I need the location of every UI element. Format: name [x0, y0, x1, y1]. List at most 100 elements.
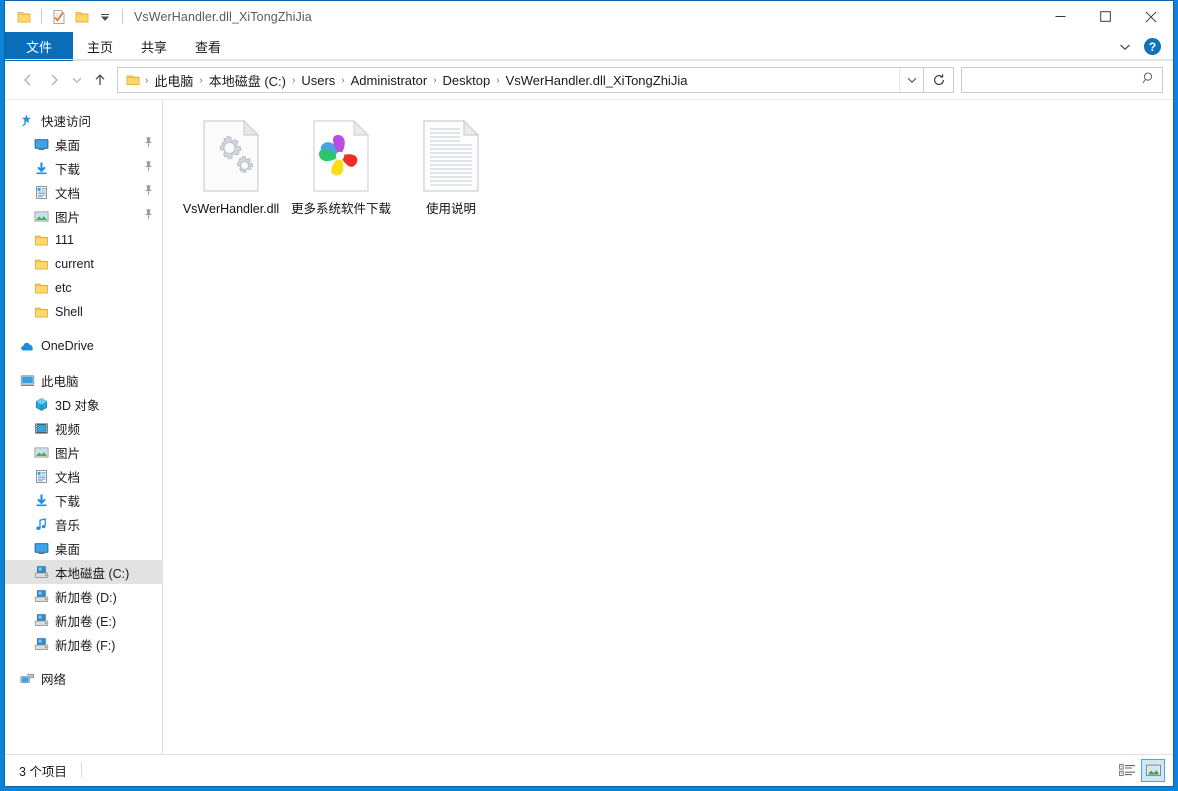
up-button[interactable]: [87, 67, 113, 93]
sidebar-item-111[interactable]: 111: [5, 228, 162, 252]
address-bar: › 此电脑 › 本地磁盘 (C:) › Users › Administrato…: [5, 61, 1173, 99]
network-icon: [19, 670, 35, 686]
sidebar-item-etc[interactable]: etc: [5, 276, 162, 300]
breadcrumb-separator[interactable]: ›: [431, 75, 438, 86]
tab-home[interactable]: 主页: [73, 32, 127, 61]
breadcrumb-separator[interactable]: ›: [197, 75, 204, 86]
title-bar: VsWerHandler.dll_XiTongZhiJia: [5, 1, 1173, 32]
downloads-icon: [33, 160, 49, 176]
breadcrumb-item-4[interactable]: Desktop: [439, 73, 495, 88]
sidebar-item-network[interactable]: 网络: [5, 666, 162, 690]
videos-icon: [33, 420, 49, 436]
music-icon: [33, 516, 49, 532]
pin-icon[interactable]: [143, 136, 154, 152]
breadcrumb: › 此电脑 › 本地磁盘 (C:) › Users › Administrato…: [118, 71, 899, 90]
sidebar-item-music[interactable]: 音乐: [5, 512, 162, 536]
desktop-icon: [33, 540, 49, 556]
help-icon[interactable]: ?: [1144, 38, 1161, 55]
breadcrumb-item-0[interactable]: 此电脑: [150, 71, 197, 90]
minimize-button[interactable]: [1038, 1, 1083, 32]
text-document-icon: [420, 118, 482, 194]
sidebar-item-documents[interactable]: 文档: [5, 464, 162, 488]
file-name-label: VsWerHandler.dll: [182, 202, 280, 216]
pinwheel-shortcut-icon: [310, 118, 372, 194]
sidebar-item-desktop[interactable]: 桌面: [5, 536, 162, 560]
tab-file[interactable]: 文件: [5, 32, 73, 61]
breadcrumb-folder-icon[interactable]: [123, 72, 143, 88]
folder-icon: [33, 256, 49, 272]
sidebar-item-label: 桌面: [55, 542, 81, 557]
sidebar-item-label: 网络: [41, 672, 67, 687]
pin-icon[interactable]: [143, 184, 154, 200]
breadcrumb-item-3[interactable]: Administrator: [347, 73, 432, 88]
sidebar-item-documents[interactable]: 文档: [5, 180, 162, 204]
search-box[interactable]: [961, 67, 1163, 93]
breadcrumb-separator[interactable]: ›: [339, 75, 346, 86]
maximize-button[interactable]: [1083, 1, 1128, 32]
search-input[interactable]: [970, 72, 1142, 88]
sidebar-item-volume-e[interactable]: 新加卷 (E:): [5, 608, 162, 632]
sidebar-item-local-disk-c[interactable]: 本地磁盘 (C:): [5, 560, 162, 584]
sidebar-item-current[interactable]: current: [5, 252, 162, 276]
folder-icon[interactable]: [13, 6, 35, 28]
breadcrumb-bar[interactable]: › 此电脑 › 本地磁盘 (C:) › Users › Administrato…: [117, 67, 924, 93]
forward-button[interactable]: [41, 67, 67, 93]
properties-icon[interactable]: [48, 6, 70, 28]
sidebar-item-3d-objects[interactable]: 3D 对象: [5, 392, 162, 416]
search-icon[interactable]: [1142, 71, 1156, 90]
caption-buttons: [1038, 1, 1173, 32]
ribbon-tab-bar: 文件 主页 共享 查看 ?: [5, 32, 1173, 61]
cloud-icon: [19, 338, 35, 354]
sidebar-item-this-pc[interactable]: 此电脑: [5, 368, 162, 392]
pictures-icon: [33, 208, 49, 224]
file-explorer-window: VsWerHandler.dll_XiTongZhiJia 文件 主页 共享 查…: [0, 0, 1178, 791]
file-item[interactable]: 使用说明: [397, 114, 505, 221]
drive-icon: [33, 636, 49, 652]
details-view-button[interactable]: [1115, 759, 1139, 782]
breadcrumb-item-1[interactable]: 本地磁盘 (C:): [205, 71, 290, 90]
sidebar-item-volume-f[interactable]: 新加卷 (F:): [5, 632, 162, 656]
tab-view[interactable]: 查看: [181, 32, 235, 61]
breadcrumb-separator[interactable]: ›: [494, 75, 501, 86]
breadcrumb-separator[interactable]: ›: [143, 75, 150, 86]
sidebar-item-videos[interactable]: 视频: [5, 416, 162, 440]
sidebar-item-label: 下载: [55, 494, 81, 509]
large-icons-view-button[interactable]: [1141, 759, 1165, 782]
file-list-pane[interactable]: VsWerHandler.dll 更多系统软件下载 使用说明: [163, 100, 1173, 754]
breadcrumb-dropdown-icon[interactable]: [899, 68, 923, 92]
file-item[interactable]: VsWerHandler.dll: [177, 114, 285, 221]
sidebar-item-pictures[interactable]: 图片: [5, 440, 162, 464]
back-button[interactable]: [15, 67, 41, 93]
sidebar-item-shell[interactable]: Shell: [5, 300, 162, 324]
breadcrumb-item-2[interactable]: Users: [297, 73, 339, 88]
refresh-button[interactable]: [924, 67, 954, 93]
sidebar-item-label: 此电脑: [41, 374, 79, 389]
view-mode-buttons: [1115, 755, 1165, 786]
recent-locations-button[interactable]: [67, 67, 87, 93]
new-folder-icon[interactable]: [71, 6, 93, 28]
chevron-down-icon[interactable]: [1114, 36, 1136, 58]
sidebar-item-label: 文档: [55, 186, 81, 201]
customize-dropdown-icon[interactable]: [94, 6, 116, 28]
dll-gear-document-icon: [200, 118, 262, 194]
pin-star-icon: [19, 112, 35, 128]
sidebar-item-desktop[interactable]: 桌面: [5, 132, 162, 156]
sidebar-group-quick-access[interactable]: 快速访问: [5, 108, 162, 132]
sidebar-item-downloads[interactable]: 下载: [5, 488, 162, 512]
navigation-pane[interactable]: 快速访问 桌面 下载 文档 图片 111 current etc Shell O…: [5, 100, 163, 754]
breadcrumb-separator[interactable]: ›: [290, 75, 297, 86]
sidebar-item-label: 快速访问: [41, 114, 92, 129]
sidebar-item-volume-d[interactable]: 新加卷 (D:): [5, 584, 162, 608]
sidebar-item-label: 新加卷 (D:): [55, 590, 117, 605]
pin-icon[interactable]: [143, 160, 154, 176]
sidebar-item-onedrive[interactable]: OneDrive: [5, 334, 162, 358]
file-item[interactable]: 更多系统软件下载: [287, 114, 395, 221]
breadcrumb-item-5[interactable]: VsWerHandler.dll_XiTongZhiJia: [502, 73, 692, 88]
sidebar-item-pictures[interactable]: 图片: [5, 204, 162, 228]
drive-icon: [33, 564, 49, 580]
close-button[interactable]: [1128, 1, 1173, 32]
tab-share[interactable]: 共享: [127, 32, 181, 61]
pin-icon[interactable]: [143, 208, 154, 224]
sidebar-item-downloads[interactable]: 下载: [5, 156, 162, 180]
